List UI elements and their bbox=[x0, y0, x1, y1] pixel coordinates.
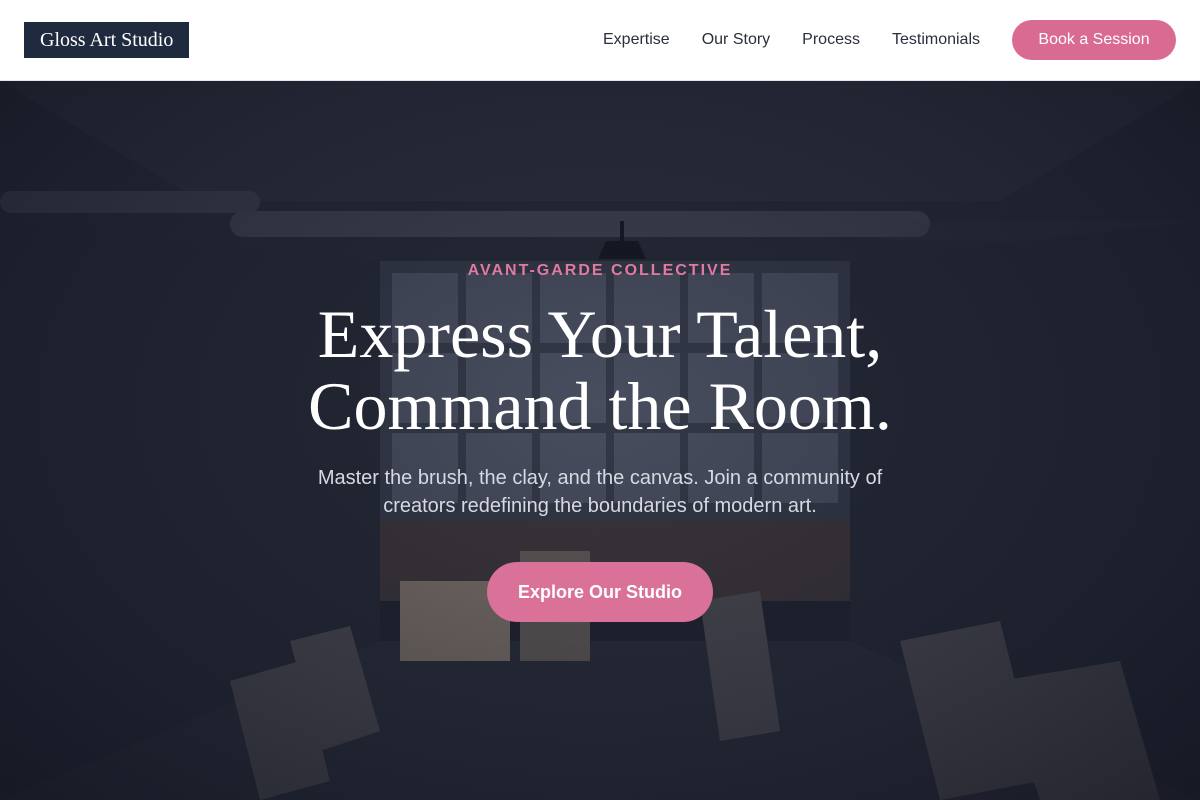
main-nav: Expertise Our Story Process Testimonials… bbox=[603, 20, 1176, 60]
hero-headline-line-1: Express Your Talent, bbox=[317, 296, 883, 372]
explore-studio-button[interactable]: Explore Our Studio bbox=[487, 562, 713, 622]
hero-headline: Express Your Talent, Command the Room. bbox=[308, 298, 892, 442]
hero-content: AVANT-GARDE COLLECTIVE Express Your Tale… bbox=[0, 81, 1200, 800]
nav-link-process[interactable]: Process bbox=[802, 31, 860, 49]
nav-link-our-story[interactable]: Our Story bbox=[702, 31, 770, 49]
nav-link-expertise[interactable]: Expertise bbox=[603, 31, 670, 49]
hero-subtitle: Master the brush, the clay, and the canv… bbox=[317, 467, 883, 517]
nav-link-testimonials[interactable]: Testimonials bbox=[892, 31, 980, 49]
logo[interactable]: Gloss Art Studio bbox=[24, 22, 190, 58]
hero-eyebrow: AVANT-GARDE COLLECTIVE bbox=[467, 262, 733, 279]
book-session-button[interactable]: Book a Session bbox=[1012, 20, 1176, 60]
hero-headline-line-2: Command the Room. bbox=[308, 368, 892, 444]
site-header: Gloss Art Studio Expertise Our Story Pro… bbox=[0, 0, 1200, 81]
hero-section: AVANT-GARDE COLLECTIVE Express Your Tale… bbox=[0, 81, 1200, 800]
